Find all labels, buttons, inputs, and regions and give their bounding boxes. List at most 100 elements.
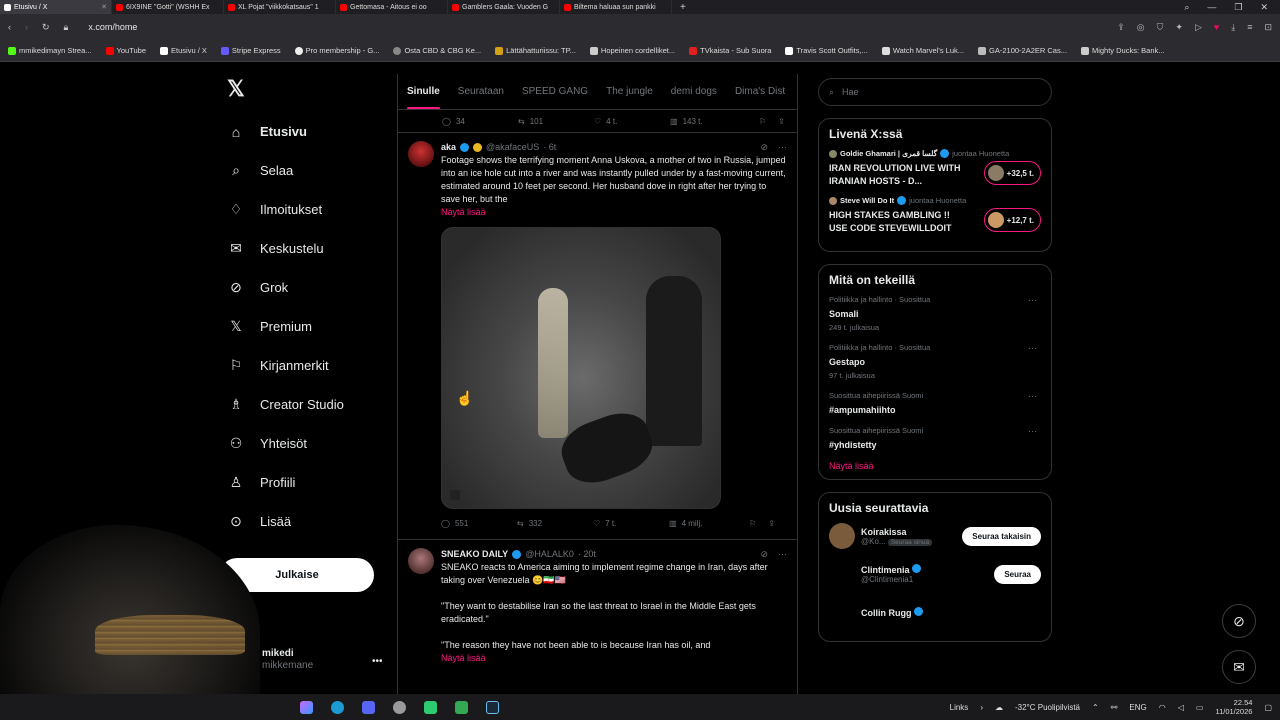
discord-icon[interactable] xyxy=(362,700,375,714)
network-icon[interactable]: ⚯ xyxy=(1111,703,1118,712)
trend-item[interactable]: Suosittua aihepiirissä Suomi #ampumahiiht… xyxy=(829,391,1041,415)
tab-for-you[interactable]: Sinulle xyxy=(398,74,449,109)
bookmark-8[interactable]: TVkaista - Sub Suora xyxy=(689,46,771,55)
like-action[interactable]: ♡ 7 t. xyxy=(593,519,669,528)
chevron-right-icon[interactable]: › xyxy=(980,703,983,712)
notifications-icon[interactable]: ▢ xyxy=(1264,703,1272,712)
bookmark-2[interactable]: Etusivu / X xyxy=(160,46,207,55)
bookmark-10[interactable]: Watch Marvel's Luk... xyxy=(881,46,964,55)
follow-suggestion[interactable]: Koirakissa @Ko... Seuraa sinua Seuraa tak… xyxy=(829,523,1041,549)
x-logo-icon[interactable]: 𝕏 xyxy=(227,76,392,104)
bookmark-12[interactable]: Mighty Ducks: Bank... xyxy=(1080,46,1165,55)
edge-icon[interactable] xyxy=(331,700,344,714)
wifi-icon[interactable]: ◠ xyxy=(1159,703,1166,712)
trend-item[interactable]: Politiikka ja hallinto · Suosittua Gestap… xyxy=(829,343,1041,380)
browser-tab-2[interactable]: XL Pojat "viikkokatsaus" 1 xyxy=(224,0,336,14)
more-icon[interactable]: ··· xyxy=(778,548,787,561)
links-toolbar[interactable]: Links xyxy=(950,703,969,712)
avatar[interactable] xyxy=(408,548,434,574)
nav-item-premium[interactable]: 𝕏 Premium xyxy=(222,307,392,346)
views-action[interactable]: ▥ 4 milj. xyxy=(669,519,745,528)
show-more-link[interactable]: Näytä lisää xyxy=(441,652,787,665)
grok-icon[interactable]: ⊘ xyxy=(760,141,768,154)
wallet-icon[interactable]: ⊡ xyxy=(1264,22,1272,33)
volume-icon[interactable]: ◁ xyxy=(1178,703,1184,712)
heart-icon[interactable]: ♥ xyxy=(1214,22,1219,33)
settings-icon[interactable] xyxy=(393,700,406,714)
like-action[interactable]: ♡ 4 t. xyxy=(594,117,670,126)
tweet-author-name[interactable]: aka xyxy=(441,141,456,154)
show-more-link[interactable]: Näytä lisää xyxy=(829,461,1041,471)
weather-text[interactable]: -32°C Puolipilvistä xyxy=(1015,703,1080,712)
taskbar-app-icon[interactable] xyxy=(300,700,313,714)
nav-item-explore[interactable]: ⌕ Selaa xyxy=(222,151,392,190)
follow-suggestion[interactable]: Collin Rugg xyxy=(829,599,1041,625)
messages-fab-icon[interactable]: ✉ xyxy=(1222,650,1256,684)
maximize-icon[interactable]: ❐ xyxy=(1234,2,1242,13)
more-icon[interactable]: ··· xyxy=(1028,391,1037,401)
download-icon[interactable]: ⤓ xyxy=(1231,22,1235,33)
follow-back-button[interactable]: Seuraa takaisin xyxy=(962,527,1041,546)
app-icon[interactable] xyxy=(424,700,437,714)
follow-suggestion[interactable]: Clintimenia @Clintimenia1 Seuraa xyxy=(829,561,1041,587)
play-icon[interactable]: ▷ xyxy=(1195,22,1202,33)
tweet-author-handle[interactable]: @HALALK0 xyxy=(525,548,574,561)
url-field[interactable]: x.com/home xyxy=(88,22,137,32)
menu-icon[interactable]: ≡ xyxy=(1247,22,1252,33)
play-store-icon[interactable] xyxy=(455,700,468,714)
bookmark-5[interactable]: Osta CBD & CBG Ke... xyxy=(393,46,481,55)
more-icon[interactable]: ··· xyxy=(1028,295,1037,305)
bookmark-1[interactable]: YouTube xyxy=(105,46,146,55)
repost-action[interactable]: ⇆ 332 xyxy=(517,519,593,528)
bookmark-3[interactable]: Stripe Express xyxy=(220,46,281,55)
bookmark-6[interactable]: Lättähatturiissu: TP... xyxy=(495,46,576,55)
browser-tab-0[interactable]: Etusivu / X ✕ xyxy=(0,0,112,14)
nav-item-bookmarks[interactable]: ⚐ Kirjanmerkit xyxy=(222,346,392,385)
nav-item-creator-studio[interactable]: ♗ Creator Studio xyxy=(222,385,392,424)
new-tab-icon[interactable]: + xyxy=(672,2,694,13)
shield-icon[interactable]: ⛉ xyxy=(1157,22,1164,33)
bookmark-4[interactable]: Pro membership - G... xyxy=(294,46,379,55)
bookmark-11[interactable]: GA-2100-2A2ER Cas... xyxy=(978,46,1067,55)
reply-action[interactable]: ◯ 34 xyxy=(442,117,518,126)
search-tabs-icon[interactable]: ⌕ xyxy=(1184,2,1189,13)
forward-icon[interactable]: › xyxy=(25,22,28,32)
browser-tab-3[interactable]: Gettomasa - Aitous ei oo xyxy=(336,0,448,14)
nav-item-communities[interactable]: ⚇ Yhteisöt xyxy=(222,424,392,463)
follow-button[interactable]: Seuraa xyxy=(994,565,1041,584)
nav-item-more[interactable]: ⊙ Lisää xyxy=(222,502,392,541)
account-more-icon[interactable]: ••• xyxy=(372,656,383,667)
close-tab-icon[interactable]: ✕ xyxy=(101,3,107,11)
tweet[interactable]: aka @akafaceUS · 6t ⊘ ··· Footage shows t… xyxy=(398,132,797,533)
reload-icon[interactable]: ↻ xyxy=(42,22,50,33)
tweet-author-handle[interactable]: @akafaceUS xyxy=(486,141,539,154)
extension-icon[interactable]: ✦ xyxy=(1175,22,1183,33)
clock[interactable]: 22.54 11/01/2026 xyxy=(1215,698,1252,716)
share-icon[interactable]: ⇪ xyxy=(778,117,785,126)
minimize-icon[interactable]: — xyxy=(1207,2,1216,13)
reply-action[interactable]: ◯ 551 xyxy=(441,519,517,528)
tab-dimas-dist[interactable]: Dima's Dist xyxy=(726,74,794,109)
bookmark-0[interactable]: mmikedimayn Strea... xyxy=(8,46,92,55)
search-input[interactable]: ⌕ Hae xyxy=(818,78,1052,106)
bookmark-icon[interactable]: ⚐ xyxy=(759,117,766,126)
chevron-up-icon[interactable]: ⌃ xyxy=(1092,703,1099,712)
share-icon[interactable]: ⇪ xyxy=(768,519,775,528)
nav-item-home[interactable]: ⌂ Etusivu xyxy=(222,112,392,151)
more-icon[interactable]: ··· xyxy=(1028,426,1037,436)
tweet-time[interactable]: · 20t xyxy=(578,548,596,561)
tweet-author-name[interactable]: SNEAKO DAILY xyxy=(441,548,508,561)
trend-item[interactable]: Politiikka ja hallinto · Suosittua Somali… xyxy=(829,295,1041,332)
nav-item-profile[interactable]: ♙ Profiili xyxy=(222,463,392,502)
grok-fab-icon[interactable]: ⊘ xyxy=(1222,604,1256,638)
tweet-video[interactable] xyxy=(441,227,721,509)
steam-icon[interactable] xyxy=(486,700,499,714)
nav-item-messages[interactable]: ✉ Keskustelu xyxy=(222,229,392,268)
tab-the-jungle[interactable]: The jungle xyxy=(597,74,662,109)
more-icon[interactable]: ··· xyxy=(1028,343,1037,353)
share-icon[interactable]: ⇪ xyxy=(1117,22,1125,33)
live-space[interactable]: Steve Will Do It juontaa Huonetta HIGH ST… xyxy=(829,196,1041,235)
tab-demi-dogs[interactable]: demi dogs xyxy=(662,74,726,109)
show-more-link[interactable]: Näytä lisää xyxy=(441,206,787,219)
views-action[interactable]: ▥ 143 t. xyxy=(670,117,746,126)
